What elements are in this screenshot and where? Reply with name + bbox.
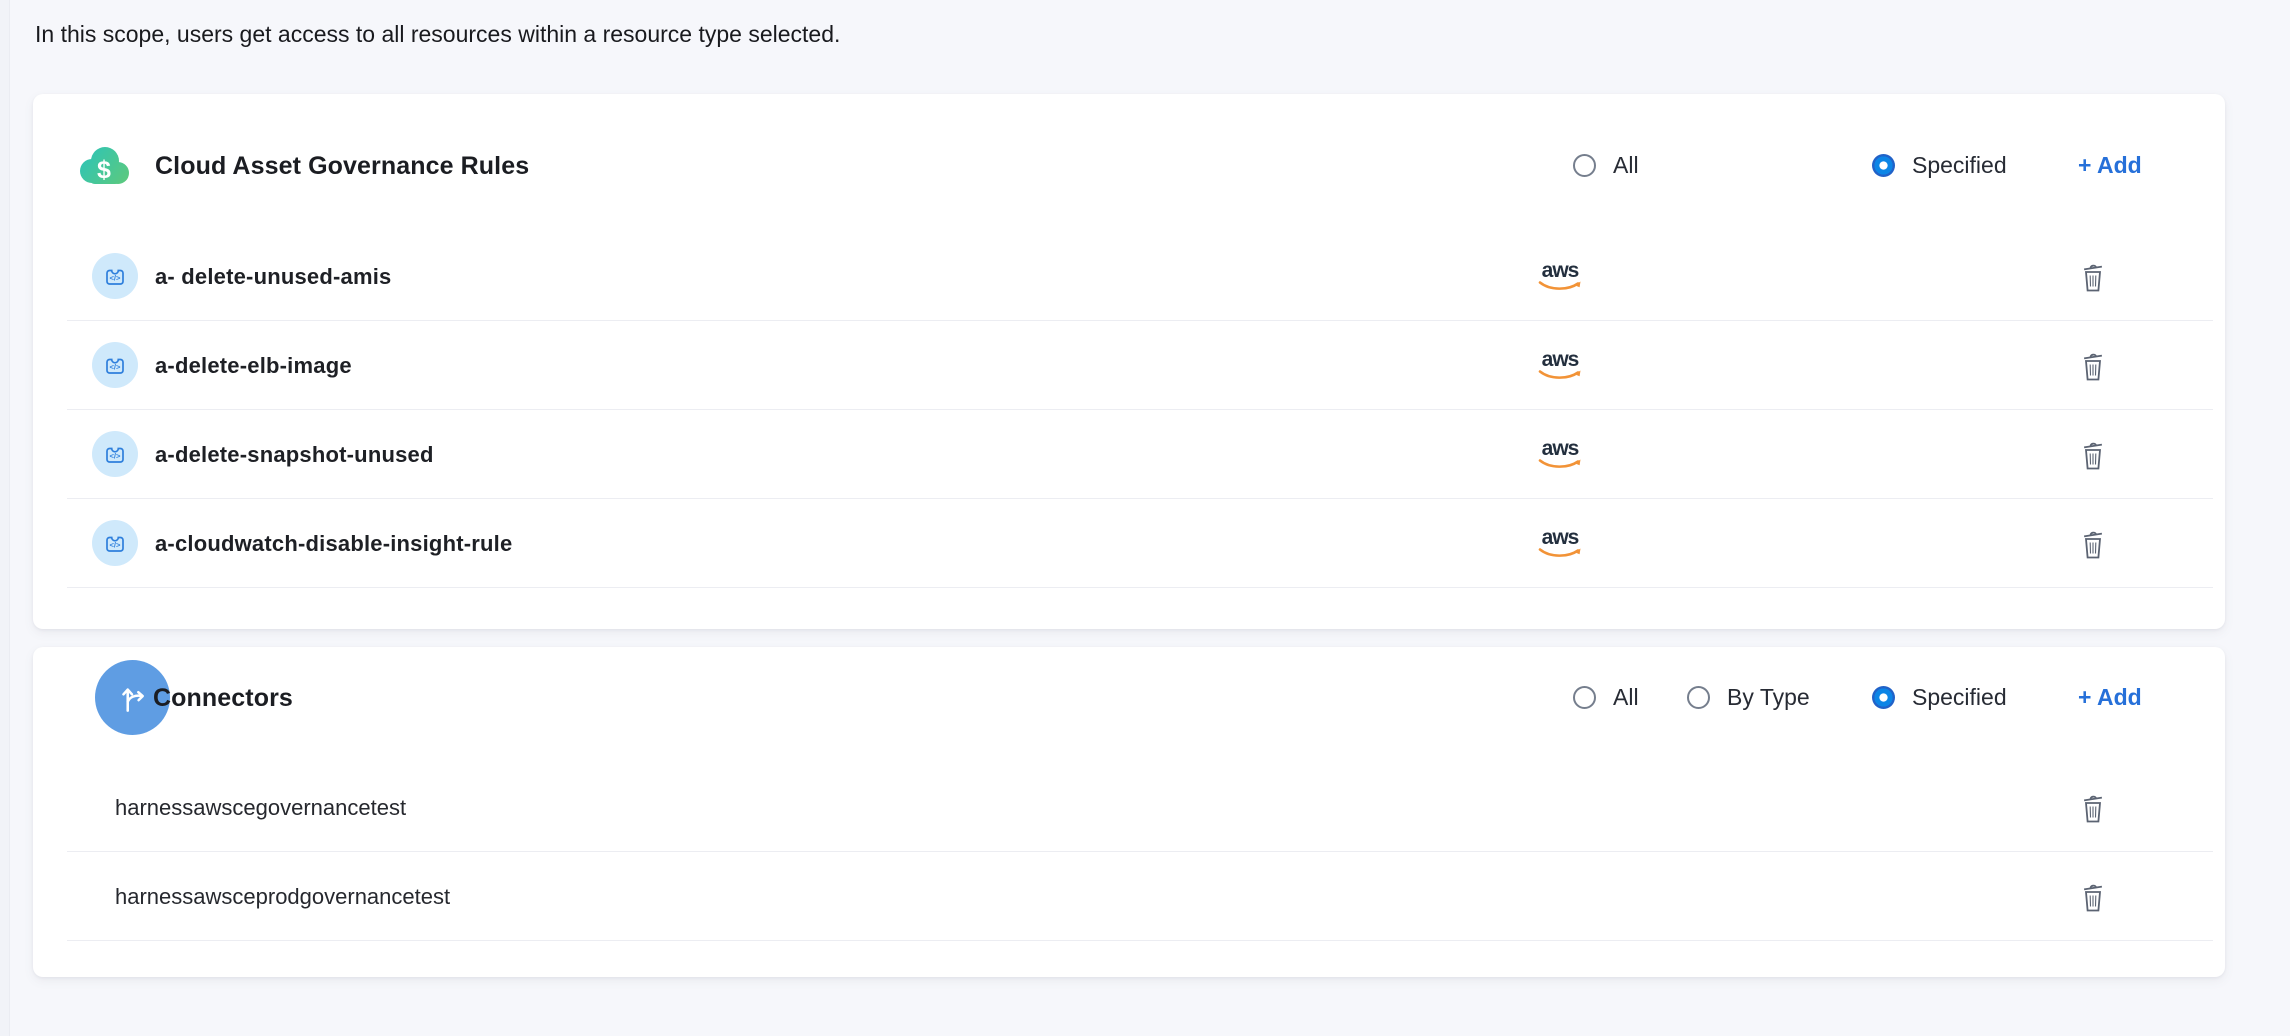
delete-button[interactable] <box>2078 348 2108 384</box>
table-row: </> a-cloudwatch-disable-insight-rule aw… <box>33 499 2225 588</box>
radio-icon <box>1573 686 1596 709</box>
governance-rules-card: $ Cloud Asset Governance Rules All Speci… <box>33 94 2225 629</box>
radio-option-all[interactable]: All <box>1573 683 1639 711</box>
card-title: Connectors <box>153 684 293 713</box>
svg-text:</>: </> <box>110 363 122 372</box>
left-panel-edge <box>0 0 10 1036</box>
aws-logo: aws <box>1537 350 1583 382</box>
radio-icon <box>1573 154 1596 177</box>
radio-label: All <box>1613 683 1639 711</box>
trash-icon <box>2079 526 2107 560</box>
connectors-list: harnessawscegovernancetest harnessawscep… <box>33 763 2225 941</box>
table-row: </> a- delete-unused-amis aws <box>33 232 2225 321</box>
radio-icon <box>1872 686 1895 709</box>
trash-icon <box>2079 348 2107 382</box>
rule-name: a-delete-snapshot-unused <box>155 442 434 468</box>
rule-ticket-icon: </> <box>92 520 138 566</box>
rule-ticket-icon: </> <box>92 253 138 299</box>
delete-button[interactable] <box>2078 437 2108 473</box>
add-connector-button[interactable]: + Add <box>2078 683 2142 711</box>
radio-label: Specified <box>1912 151 2007 179</box>
cloud-dollar-icon: $ <box>75 145 131 185</box>
svg-text:$: $ <box>97 156 111 184</box>
aws-logo: aws <box>1537 261 1583 293</box>
radio-label: Specified <box>1912 683 2007 711</box>
radio-label: By Type <box>1727 683 1810 711</box>
trash-icon <box>2079 879 2107 913</box>
trash-icon <box>2079 790 2107 824</box>
trash-icon <box>2079 259 2107 293</box>
radio-icon <box>1872 154 1895 177</box>
radio-option-specified[interactable]: Specified <box>1872 683 2007 711</box>
table-row: </> a-delete-snapshot-unused aws <box>33 410 2225 499</box>
radio-icon <box>1687 686 1710 709</box>
radio-option-by-type[interactable]: By Type <box>1687 683 1810 711</box>
scope-description: In this scope, users get access to all r… <box>35 21 840 48</box>
aws-logo: aws <box>1537 528 1583 560</box>
trash-icon <box>2079 437 2107 471</box>
aws-logo: aws <box>1537 439 1583 471</box>
table-row: harnessawsceprodgovernancetest <box>33 852 2225 941</box>
delete-button[interactable] <box>2078 259 2108 295</box>
rule-ticket-icon: </> <box>92 431 138 477</box>
delete-button[interactable] <box>2078 879 2108 915</box>
rule-name: a-cloudwatch-disable-insight-rule <box>155 531 512 557</box>
connector-name: harnessawscegovernancetest <box>115 795 406 821</box>
svg-text:</>: </> <box>110 274 122 283</box>
radio-option-specified[interactable]: Specified <box>1872 151 2007 179</box>
card-title: Cloud Asset Governance Rules <box>155 152 529 181</box>
rule-name: a-delete-elb-image <box>155 353 352 379</box>
add-rule-button[interactable]: + Add <box>2078 151 2142 179</box>
svg-text:</>: </> <box>110 452 122 461</box>
delete-button[interactable] <box>2078 526 2108 562</box>
rules-list: </> a- delete-unused-amis aws <box>33 232 2225 588</box>
rule-ticket-icon: </> <box>92 342 138 388</box>
radio-label: All <box>1613 151 1639 179</box>
svg-text:</>: </> <box>110 541 122 550</box>
connectors-card: Connectors All By Type Specified + Add h… <box>33 647 2225 977</box>
radio-option-all[interactable]: All <box>1573 151 1639 179</box>
table-row: harnessawscegovernancetest <box>33 763 2225 852</box>
table-row: </> a-delete-elb-image aws <box>33 321 2225 410</box>
delete-button[interactable] <box>2078 790 2108 826</box>
rule-name: a- delete-unused-amis <box>155 264 391 290</box>
connector-name: harnessawsceprodgovernancetest <box>115 884 450 910</box>
